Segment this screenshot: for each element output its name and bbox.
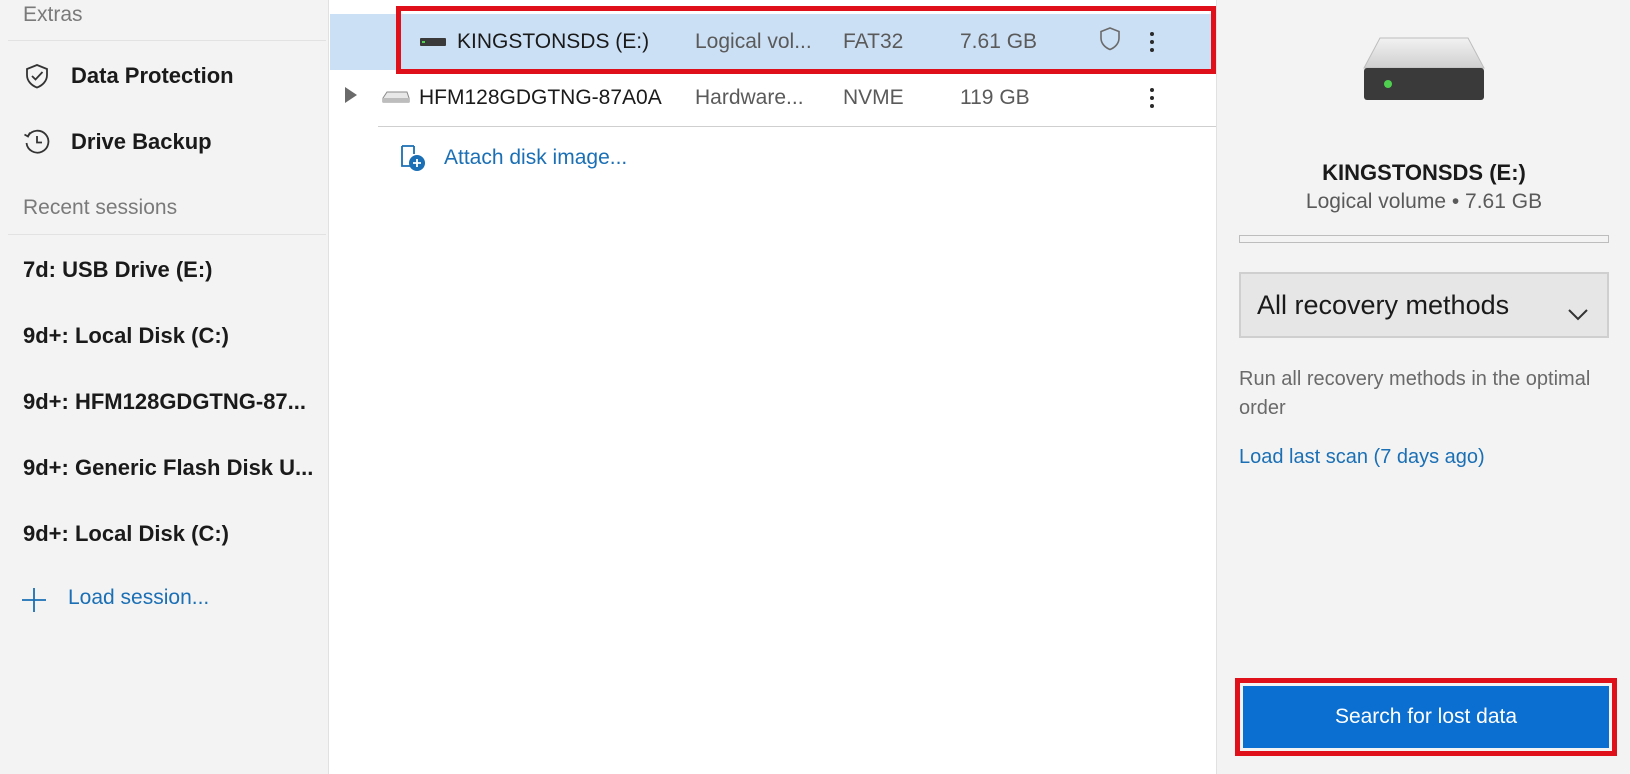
session-item[interactable]: 9d+: Generic Flash Disk U... xyxy=(0,440,326,496)
drive-row-kingstonsds[interactable]: KINGSTONSDS (E:) Logical vol... FAT32 7.… xyxy=(330,14,1216,70)
selected-drive-title: KINGSTONSDS (E:) xyxy=(1322,160,1526,185)
drive-type: Hardware... xyxy=(695,86,804,109)
recovery-method-select[interactable]: All recovery methods xyxy=(1239,272,1609,338)
chevron-down-icon xyxy=(1567,298,1589,321)
sidebar-item-label: Drive Backup xyxy=(71,129,212,154)
sidebar-item-drive-backup[interactable]: Drive Backup xyxy=(0,114,326,170)
drive-icon xyxy=(420,30,446,54)
method-description: Run all recovery methods in the optimal … xyxy=(1239,368,1591,419)
drive-filesystem: FAT32 xyxy=(843,30,904,53)
attach-disk-icon xyxy=(396,142,428,179)
recent-sessions-heading: Recent sessions xyxy=(23,196,178,219)
attach-disk-label: Attach disk image... xyxy=(444,146,628,169)
shield-check-icon xyxy=(22,61,52,91)
sidebar-divider xyxy=(8,234,326,235)
session-item[interactable]: 9d+: HFM128GDGTNG-87... xyxy=(0,374,326,430)
recovery-method-value: All recovery methods xyxy=(1257,289,1510,320)
drive-name: HFM128GDGTNG-87A0A xyxy=(419,86,662,109)
load-last-scan-link[interactable]: Load last scan (7 days ago) xyxy=(1239,446,1485,469)
drive-name: KINGSTONSDS (E:) xyxy=(457,30,650,53)
usage-bar xyxy=(1239,235,1609,243)
selected-drive-subtitle: Logical volume • 7.61 GB xyxy=(1305,190,1543,213)
drive-size: 7.61 GB xyxy=(960,30,1038,53)
drive-list: KINGSTONSDS (E:) Logical vol... FAT32 7.… xyxy=(330,0,1216,774)
sidebar-item-label: Data Protection xyxy=(71,63,234,88)
details-panel: KINGSTONSDS (E:) Logical volume • 7.61 G… xyxy=(1216,0,1630,774)
drive-row-hfm128gdgtng[interactable]: HFM128GDGTNG-87A0A Hardware... NVME 119 … xyxy=(330,70,1216,126)
shield-icon[interactable] xyxy=(1098,26,1122,58)
clock-history-icon xyxy=(22,127,52,157)
search-for-lost-data-button[interactable]: Search for lost data xyxy=(1243,686,1609,748)
plus-icon xyxy=(20,586,48,614)
load-session-label: Load session... xyxy=(68,586,210,609)
more-options-icon[interactable] xyxy=(1140,83,1164,113)
more-options-icon[interactable] xyxy=(1140,27,1164,57)
list-divider xyxy=(378,126,1216,127)
expand-arrow-icon[interactable] xyxy=(344,86,358,110)
drive-size: 119 GB xyxy=(960,86,1030,109)
session-item[interactable]: 9d+: Local Disk (C:) xyxy=(0,308,326,364)
sidebar-item-data-protection[interactable]: Data Protection xyxy=(0,48,326,104)
session-item[interactable]: 7d: USB Drive (E:) xyxy=(0,242,326,298)
sidebar: Extras Data Protection Drive Backup Rece… xyxy=(0,0,329,774)
drive-icon xyxy=(382,86,410,110)
extras-heading: Extras xyxy=(23,3,83,26)
drive-filesystem: NVME xyxy=(843,86,904,109)
drive-large-icon xyxy=(1362,34,1486,111)
session-item[interactable]: 9d+: Local Disk (C:) xyxy=(0,506,326,562)
sidebar-divider xyxy=(8,40,326,41)
load-session-button[interactable]: Load session... xyxy=(0,578,326,618)
drive-type: Logical vol... xyxy=(695,30,812,53)
